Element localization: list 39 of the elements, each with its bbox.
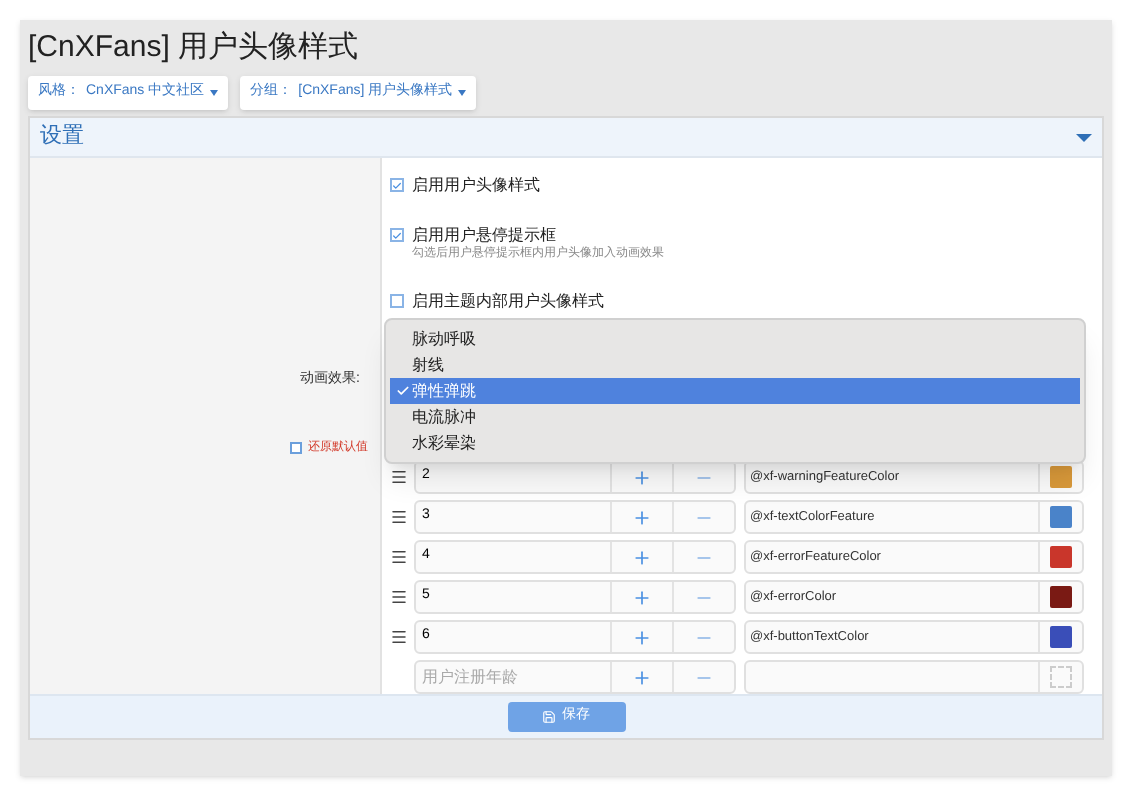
check-icon: [396, 384, 410, 398]
dropdown-option[interactable]: 脉动呼吸: [390, 326, 1080, 352]
plus-icon: [632, 627, 652, 647]
drag-handle-icon[interactable]: [390, 548, 408, 566]
checkbox[interactable]: [390, 178, 404, 192]
drag-handle-icon[interactable]: [390, 508, 408, 526]
panel-title: 设置: [40, 122, 84, 153]
dropdown-option[interactable]: 水彩晕染: [390, 430, 1080, 456]
dropdown-option[interactable]: 射线: [390, 352, 1080, 378]
caret-icon: [210, 90, 219, 96]
caret-icon: [458, 90, 467, 96]
color-field[interactable]: [744, 660, 1084, 694]
plus-icon: [632, 467, 652, 487]
color-swatch[interactable]: [1050, 506, 1072, 528]
drag-handle-icon[interactable]: [390, 628, 408, 646]
checkbox-label: 启用用户头像样式: [412, 174, 540, 196]
drag-handle-icon[interactable]: [390, 468, 408, 486]
dropdown-option[interactable]: 弹性弹跳: [390, 378, 1080, 404]
caret-icon: [1076, 133, 1092, 141]
reset-checkbox[interactable]: [290, 442, 302, 454]
drag-handle-icon[interactable]: [390, 588, 408, 606]
checkbox[interactable]: [390, 294, 404, 308]
checkbox[interactable]: [390, 228, 404, 242]
checkbox-label: 启用主题内部用户头像样式: [412, 290, 604, 312]
empty-color-swatch[interactable]: [1050, 666, 1072, 688]
color-swatch[interactable]: [1050, 466, 1072, 488]
plus-icon: [632, 587, 652, 607]
page-title: [CnXFans] 用户头像样式: [28, 28, 361, 68]
plus-icon: [632, 547, 652, 567]
color-swatch[interactable]: [1050, 626, 1072, 648]
new-value-field[interactable]: 用户注册年龄: [414, 660, 736, 694]
save-icon: [542, 710, 556, 724]
color-swatch[interactable]: [1050, 586, 1072, 608]
plus-icon: [632, 667, 652, 687]
dropdown-option[interactable]: 电流脉冲: [390, 404, 1080, 430]
checkbox-label: 启用用户悬停提示框: [412, 224, 558, 246]
new-value-input[interactable]: 用户注册年龄: [416, 665, 610, 689]
color-swatch[interactable]: [1050, 546, 1072, 568]
plus-icon: [632, 507, 652, 527]
